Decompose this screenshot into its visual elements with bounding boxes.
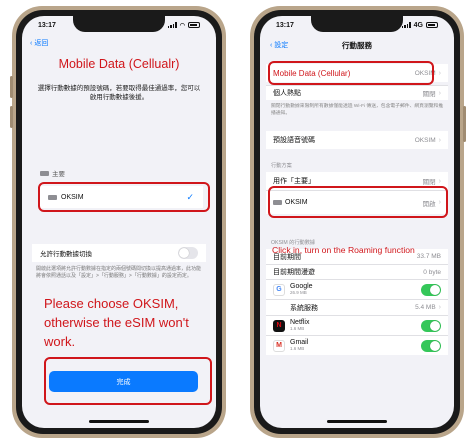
- chevron-right-icon: ›: [438, 89, 441, 97]
- annotation-title: Mobile Data (Cellualr): [58, 57, 180, 71]
- app-size: 1.6 MB: [290, 325, 305, 331]
- annotation-warning: Please choose OKSIM, otherwise the eSIM …: [44, 296, 189, 349]
- current-roaming-row: 目前期間漫遊 0 byte: [266, 264, 448, 279]
- system-services-value: 5.4 MB: [415, 304, 436, 311]
- system-services-row[interactable]: 系統服務 5.4 MB ›: [266, 299, 448, 315]
- chevron-right-icon: ›: [438, 136, 441, 144]
- battery-icon: [426, 22, 438, 28]
- primary-plan-value: 關閉: [422, 179, 436, 186]
- status-time: 13:17: [38, 21, 56, 29]
- highlight-box: [268, 186, 448, 218]
- volume-button: [10, 106, 13, 128]
- netflix-icon: N: [273, 319, 285, 332]
- home-indicator[interactable]: [327, 420, 387, 423]
- highlight-box: [268, 61, 434, 85]
- left-phone: 13:17 ◠ ‹ 返回 Mobile Data (Cellualr) 選擇行動…: [10, 6, 226, 438]
- app-row-gmail: M Gmail 1.6 MB: [266, 335, 448, 355]
- page-title: 行動服務: [342, 41, 372, 50]
- right-screen: 13:17 4G ‹ 設定 行動服務 Mobile Data (Cellular…: [260, 16, 454, 428]
- wifi-icon: ◠: [179, 22, 185, 29]
- phone-bezel: 13:17 4G ‹ 設定 行動服務 Mobile Data (Cellular…: [254, 10, 460, 434]
- network-type: 4G: [413, 21, 423, 29]
- gmail-icon: M: [273, 339, 285, 352]
- status-time: 13:17: [276, 21, 294, 29]
- default-voice-row[interactable]: 預設語音號碼 OKSIM ›: [266, 131, 448, 149]
- phone-bezel: 13:17 ◠ ‹ 返回 Mobile Data (Cellualr) 選擇行動…: [16, 10, 222, 434]
- chevron-right-icon: ›: [438, 177, 441, 185]
- primary-plan-label: 用作「主要」: [273, 178, 315, 185]
- done-label: 完成: [116, 378, 131, 386]
- hotspot-note: 關閉行動數據來限制所有數據僅能透過 Wi-Fi 傳送，包含電子郵件、網頁瀏覽和推…: [271, 104, 444, 116]
- app-row-google: G Google 26.9 MB: [266, 279, 448, 299]
- done-button[interactable]: 完成: [49, 371, 198, 392]
- back-label: 返回: [34, 40, 49, 47]
- left-screen: 13:17 ◠ ‹ 返回 Mobile Data (Cellualr) 選擇行動…: [22, 16, 216, 428]
- footnote-text: 開啟此選項將允許行動數據在指定的兩個號碼間切換以提高通過率，此功能將會依照通話以…: [36, 266, 202, 280]
- primary-sim-section: 主要: [40, 168, 65, 178]
- hotspot-value: 關閉: [422, 91, 436, 98]
- system-services-label: 系統服務: [290, 304, 318, 312]
- allow-switch-label: 允許行動數據切換: [40, 251, 92, 258]
- signal-icon: [401, 22, 411, 28]
- notch: [311, 16, 403, 32]
- home-indicator[interactable]: [89, 420, 149, 423]
- app-size: 1.6 MB: [290, 345, 305, 351]
- app-size: 26.9 MB: [290, 289, 307, 295]
- allow-switch-toggle[interactable]: [178, 247, 198, 259]
- google-icon: G: [273, 283, 285, 296]
- back-button[interactable]: ‹ 返回: [30, 38, 48, 48]
- notch: [73, 16, 165, 32]
- hotspot-row[interactable]: 個人熱點 關閉 ›: [266, 85, 448, 100]
- chevron-right-icon: ›: [438, 69, 441, 77]
- description-text: 選擇行動數據的預設號碼，若要取得最佳通過率，您可以啟用行動數據後援。: [37, 85, 201, 102]
- allow-switch-row: 允許行動數據切換: [32, 244, 206, 262]
- current-roaming-label: 目前期間漫遊: [273, 269, 315, 276]
- app-row-netflix: N Netflix 1.6 MB: [266, 315, 448, 335]
- current-roaming-value: 0 byte: [423, 268, 441, 276]
- sim-icon: [40, 170, 49, 176]
- annotation-roaming: Click in, turn on the Roaming function: [272, 245, 415, 255]
- hotspot-label: 個人熱點: [273, 90, 301, 97]
- battery-icon: [188, 22, 200, 28]
- default-voice-label: 預設語音號碼: [273, 137, 315, 144]
- volume-button: [10, 76, 13, 98]
- chevron-right-icon: ›: [438, 304, 441, 311]
- right-phone: 13:17 4G ‹ 設定 行動服務 Mobile Data (Cellular…: [250, 6, 466, 438]
- default-voice-value: OKSIM: [414, 136, 436, 144]
- power-button: [463, 106, 466, 142]
- google-toggle[interactable]: [421, 283, 441, 296]
- primary-label: 主要: [52, 171, 65, 178]
- gmail-toggle[interactable]: [421, 339, 441, 352]
- plans-header: 行動方案: [271, 163, 292, 169]
- chevron-left-icon: ‹: [30, 39, 33, 47]
- highlight-box: [38, 182, 210, 212]
- signal-icon: [167, 22, 177, 28]
- nav-bar: ‹ 設定 行動服務: [260, 38, 454, 52]
- netflix-toggle[interactable]: [421, 319, 441, 332]
